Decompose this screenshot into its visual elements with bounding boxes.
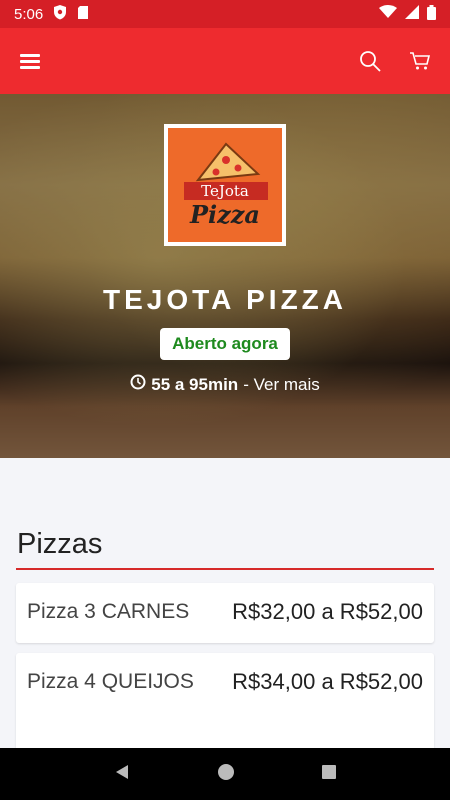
home-icon[interactable]	[217, 763, 235, 786]
status-bar: 5:06	[0, 0, 450, 28]
section-title: Pizzas	[17, 528, 103, 560]
logo-text-bottom: Pizza	[189, 200, 260, 229]
app-bar	[0, 28, 450, 94]
item-price: R$34,00 a R$52,00	[232, 669, 423, 694]
cart-icon[interactable]	[408, 49, 432, 73]
signal-icon	[405, 5, 419, 23]
menu-item[interactable]: Pizza 3 CARNES R$32,00 a R$52,00	[16, 583, 434, 643]
status-time: 5:06	[14, 5, 44, 23]
see-more-link[interactable]: - Ver mais	[243, 375, 320, 395]
recents-icon[interactable]	[321, 764, 337, 785]
search-icon[interactable]	[358, 49, 382, 73]
shield-icon	[53, 4, 67, 24]
delivery-info[interactable]: 55 a 95min - Ver mais	[130, 374, 320, 395]
battery-icon	[427, 4, 436, 24]
menu-icon[interactable]	[18, 49, 42, 73]
sd-card-icon	[77, 5, 89, 24]
system-nav-bar	[0, 748, 450, 800]
store-hero: TeJota Pizza TEJOTA PIZZA Aberto agora 5…	[0, 94, 450, 458]
store-logo: TeJota Pizza	[164, 124, 286, 246]
clock-icon	[130, 374, 146, 395]
status-badge: Aberto agora	[160, 328, 290, 360]
back-icon[interactable]	[113, 763, 131, 786]
section-divider	[16, 568, 434, 570]
menu-content: Pizzas Pizza 3 CARNES R$32,00 a R$52,00 …	[0, 458, 450, 748]
item-name: Pizza 3 CARNES	[27, 600, 190, 623]
menu-item[interactable]: Pizza 4 QUEIJOS R$34,00 a R$52,00	[16, 653, 434, 748]
store-name: TEJOTA PIZZA	[103, 284, 347, 315]
logo-text-top: TeJota	[201, 182, 249, 200]
wifi-icon	[379, 5, 397, 23]
item-price: R$32,00 a R$52,00	[232, 599, 423, 624]
delivery-time: 55 a 95min	[151, 374, 239, 394]
item-name: Pizza 4 QUEIJOS	[27, 670, 194, 693]
